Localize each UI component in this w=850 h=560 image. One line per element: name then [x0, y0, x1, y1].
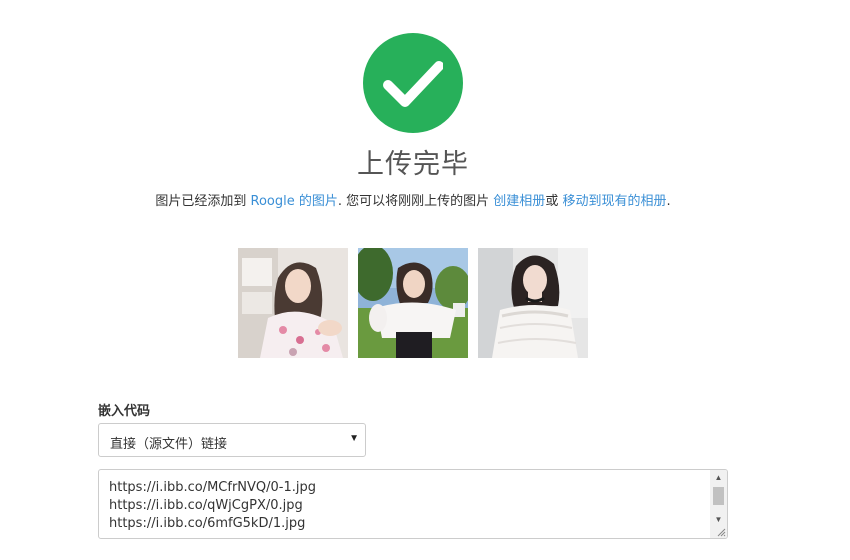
resize-grip-icon[interactable]: [716, 527, 726, 537]
message-middle: . 您可以将刚刚上传的图片: [337, 194, 494, 209]
thumbnail-row: [238, 248, 588, 358]
message-prefix: 图片已经添加到: [155, 194, 251, 209]
scroll-up-arrow-icon[interactable]: ▲: [710, 470, 727, 486]
embed-code-line: https://i.ibb.co/6mfG5kD/1.jpg: [109, 516, 306, 531]
move-to-album-link[interactable]: 移动到现有的相册: [562, 194, 666, 209]
page-title: 上传完毕: [357, 149, 469, 180]
photo-thumbnail-2[interactable]: [358, 248, 468, 358]
photo-thumbnail-1[interactable]: [238, 248, 348, 358]
embed-type-select[interactable]: 直接（源文件）链接 ▼: [98, 423, 366, 457]
message-suffix: .: [666, 194, 671, 209]
message-or: 或: [545, 194, 563, 209]
check-icon: [383, 61, 443, 107]
create-album-link[interactable]: 创建相册: [493, 194, 545, 209]
dropdown-arrow-icon: ▼: [349, 433, 359, 444]
scroll-down-arrow-icon[interactable]: ▼: [710, 512, 727, 528]
embed-code-textarea[interactable]: https://i.ibb.co/MCfrNVQ/0-1.jpg https:/…: [98, 469, 728, 539]
images-link[interactable]: Roogle 的图片: [251, 194, 338, 209]
success-check-icon: [363, 33, 463, 133]
embed-code-line: https://i.ibb.co/MCfrNVQ/0-1.jpg: [109, 480, 316, 495]
scrollbar-thumb[interactable]: [713, 487, 724, 505]
photo-thumbnail-3[interactable]: [478, 248, 588, 358]
upload-message: 图片已经添加到 Roogle 的图片. 您可以将刚刚上传的图片 创建相册或 移动…: [0, 190, 826, 209]
embed-type-value: 直接（源文件）链接: [110, 437, 228, 452]
embed-code-label: 嵌入代码: [98, 404, 151, 419]
embed-code-lines: https://i.ibb.co/MCfrNVQ/0-1.jpg https:/…: [109, 479, 316, 533]
embed-code-line: https://i.ibb.co/qWjCgPX/0.jpg: [109, 498, 303, 513]
